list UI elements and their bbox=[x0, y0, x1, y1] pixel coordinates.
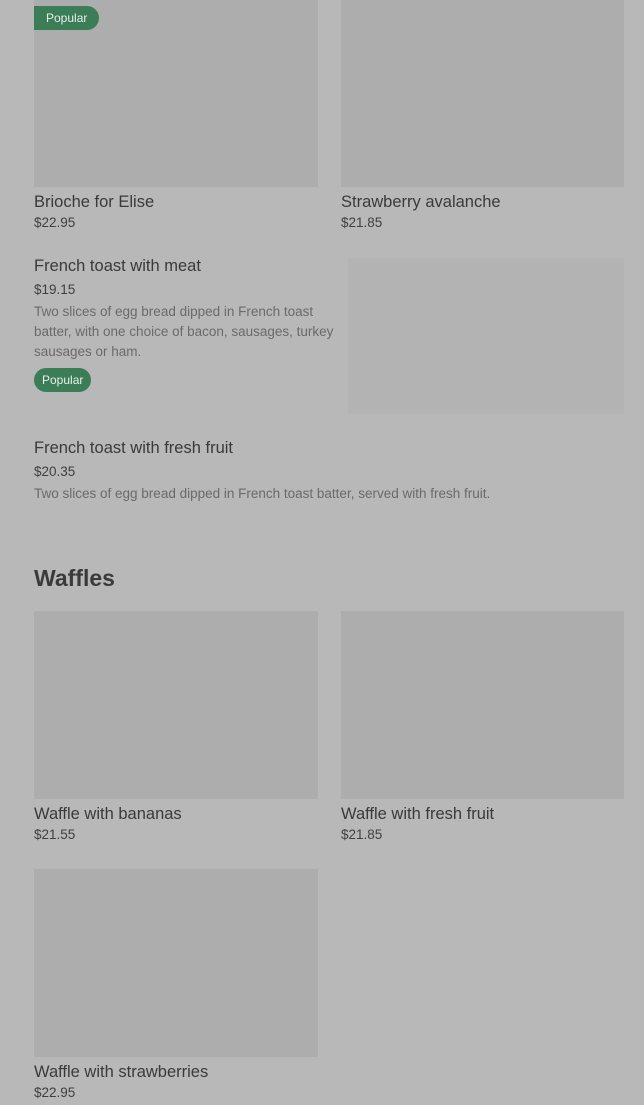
popular-badge: Popular bbox=[34, 368, 92, 392]
menu-page: Popular Brioche for Elise $22.95 Strawbe… bbox=[0, 0, 644, 1105]
menu-item-price: $22.95 bbox=[34, 215, 76, 230]
menu-item-image bbox=[341, 0, 624, 187]
menu-item-card[interactable]: Strawberry avalanche $21.85 bbox=[341, 0, 624, 233]
menu-item-image bbox=[34, 611, 318, 799]
menu-item-card[interactable]: Waffle with strawberries $22.95 bbox=[34, 869, 318, 1103]
menu-item-name: French toast with fresh fruit bbox=[34, 439, 233, 457]
menu-item-name: Waffle with bananas bbox=[34, 805, 182, 823]
menu-item-image bbox=[348, 258, 624, 414]
menu-item-price: $21.85 bbox=[341, 215, 383, 230]
menu-item-image: Popular bbox=[34, 0, 318, 187]
menu-item-name: Strawberry avalanche bbox=[341, 193, 501, 211]
menu-item-name: French toast with meat bbox=[34, 257, 201, 275]
menu-list-item[interactable]: French toast with fresh fruit $20.35 Two… bbox=[34, 437, 624, 504]
menu-item-card[interactable]: Popular Brioche for Elise $22.95 bbox=[34, 0, 318, 233]
menu-item-name: Brioche for Elise bbox=[34, 193, 155, 211]
menu-item-card[interactable]: Waffle with bananas $21.55 bbox=[34, 611, 318, 845]
menu-item-image bbox=[34, 869, 318, 1057]
menu-list-item[interactable]: French toast with meat $19.15 Two slices… bbox=[34, 255, 334, 392]
menu-item-price: $19.15 bbox=[34, 282, 76, 297]
menu-item-price: $22.95 bbox=[34, 1085, 76, 1100]
menu-item-description: Two slices of egg bread dipped in French… bbox=[34, 486, 491, 501]
popular-badge: Popular bbox=[34, 6, 100, 30]
menu-item-name: Waffle with strawberries bbox=[34, 1063, 209, 1081]
menu-item-description: Two slices of egg bread dipped in French… bbox=[34, 304, 334, 359]
menu-item-price: $21.55 bbox=[34, 827, 76, 842]
menu-item-image bbox=[341, 611, 624, 799]
menu-item-price: $21.85 bbox=[341, 827, 383, 842]
menu-item-card[interactable]: Waffle with fresh fruit $21.85 bbox=[341, 611, 624, 845]
menu-item-name: Waffle with fresh fruit bbox=[341, 805, 495, 823]
menu-item-price: $20.35 bbox=[34, 464, 76, 479]
section-title-waffles: Waffles bbox=[34, 565, 115, 591]
